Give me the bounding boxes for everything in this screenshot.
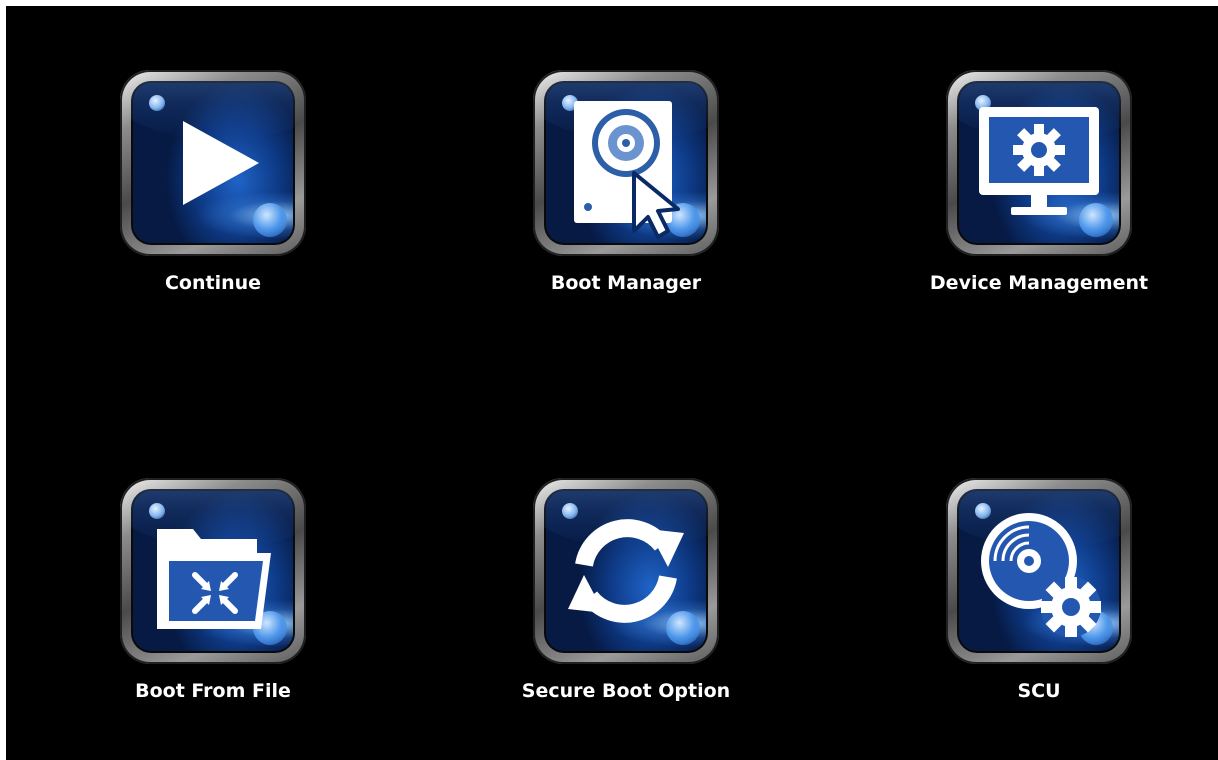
- boot-menu-screen: Continue Boot Manager Device Management …: [6, 6, 1218, 760]
- refresh-icon: [568, 519, 684, 623]
- device-management-label: Device Management: [929, 272, 1149, 294]
- boot-from-file-button[interactable]: Boot From File: [66, 478, 306, 738]
- device-management-button[interactable]: Device Management: [892, 70, 1148, 330]
- boot-manager-button[interactable]: Boot Manager: [479, 70, 719, 330]
- monitor-gear-icon: [979, 107, 1099, 215]
- device-management-tile-frame: [946, 70, 1132, 256]
- disk-pointer-icon: [574, 101, 680, 239]
- scu-button[interactable]: SCU: [892, 478, 1132, 738]
- play-icon: [183, 121, 259, 205]
- disc-gear-icon: [981, 513, 1101, 637]
- boot-from-file-tile-frame: [120, 478, 306, 664]
- boot-from-file-label: Boot From File: [135, 680, 291, 702]
- scu-tile-frame: [946, 478, 1132, 664]
- folder-icon: [157, 529, 271, 629]
- secure-boot-option-button[interactable]: Secure Boot Option: [479, 478, 730, 738]
- scu-label: SCU: [1017, 680, 1061, 702]
- continue-button[interactable]: Continue: [66, 70, 306, 330]
- continue-label: Continue: [164, 272, 262, 294]
- secure-boot-option-tile-frame: [533, 478, 719, 664]
- boot-manager-tile-frame: [533, 70, 719, 256]
- boot-manager-label: Boot Manager: [550, 272, 702, 294]
- secure-boot-option-label: Secure Boot Option: [521, 680, 731, 702]
- continue-tile-frame: [120, 70, 306, 256]
